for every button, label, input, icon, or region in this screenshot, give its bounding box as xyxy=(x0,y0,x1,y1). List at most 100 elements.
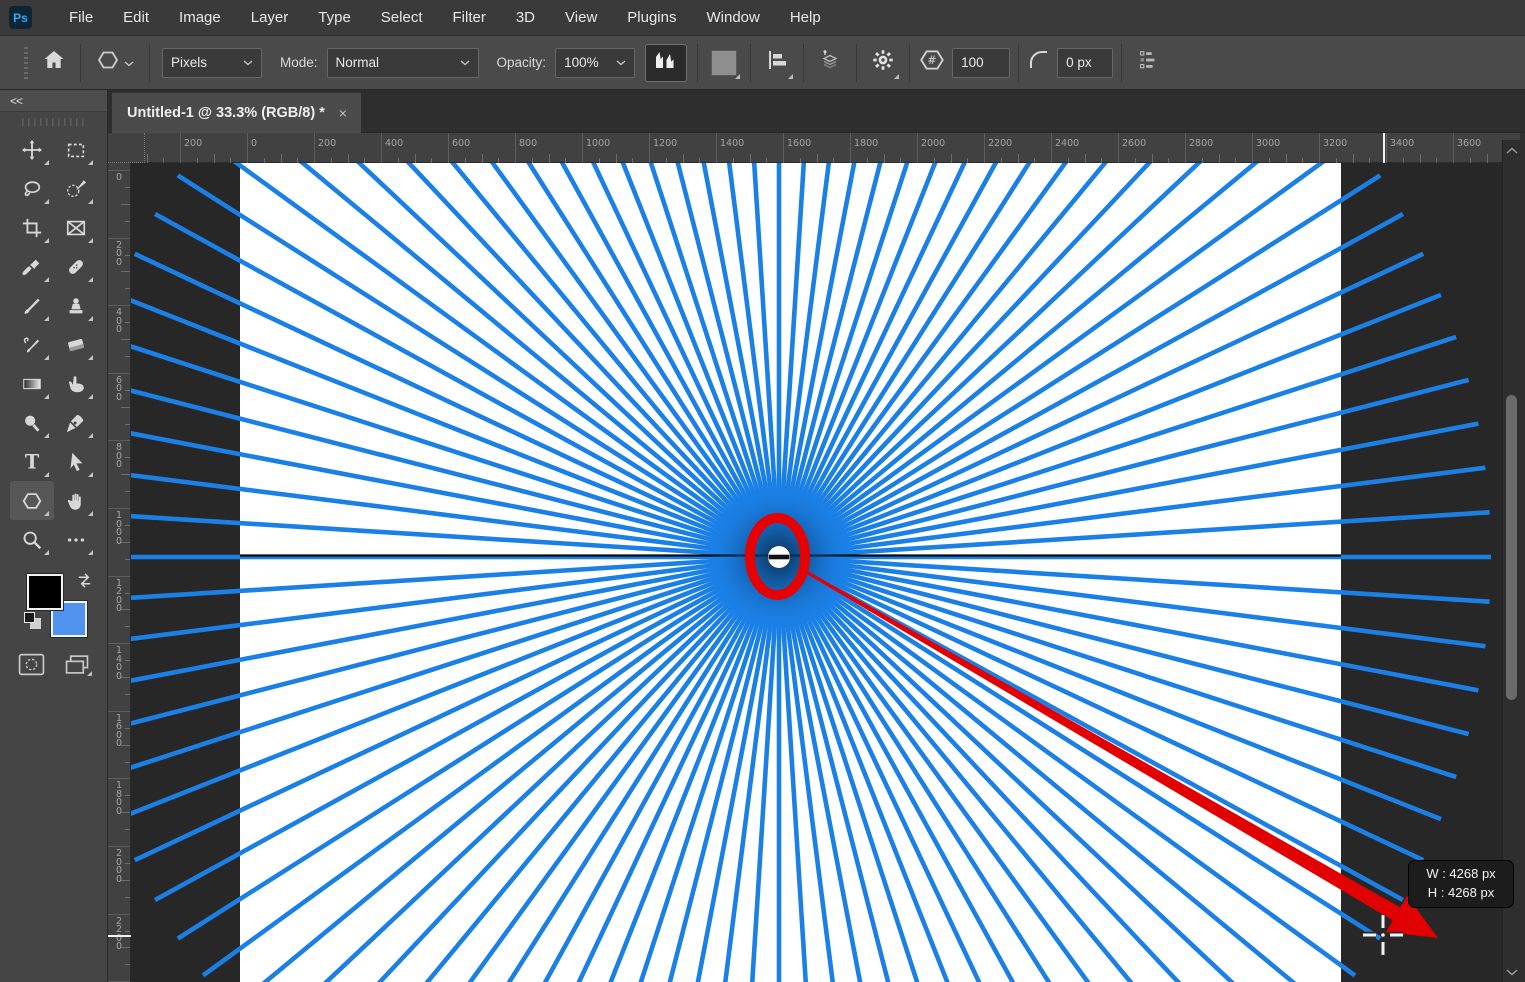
separator xyxy=(80,44,81,82)
tab-close-icon[interactable]: × xyxy=(339,105,347,121)
tools-panel-grip[interactable] xyxy=(22,118,86,126)
default-colors-icon[interactable] xyxy=(24,612,44,632)
history-brush-tool[interactable] xyxy=(10,325,54,364)
swap-colors-icon[interactable] xyxy=(76,572,93,594)
healing-brush-tool[interactable] xyxy=(54,247,98,286)
foreground-color-swatch[interactable] xyxy=(27,574,63,610)
menu-filter[interactable]: Filter xyxy=(438,0,501,36)
canvas[interactable] xyxy=(131,163,1502,982)
opacity-dropdown[interactable]: 100% xyxy=(555,48,635,78)
eyedropper-tool[interactable] xyxy=(10,247,54,286)
collapse-panel-button[interactable]: << xyxy=(0,90,107,112)
eraser-tool[interactable] xyxy=(54,325,98,364)
ruler-tick xyxy=(1252,133,1253,163)
mode-dropdown[interactable]: Normal xyxy=(327,48,479,78)
ruler-label: 600 xyxy=(115,377,123,403)
ruler-tick xyxy=(783,133,784,163)
path-alignment-button[interactable] xyxy=(759,45,795,81)
path-arrangement-button[interactable] xyxy=(812,45,848,81)
menu-file[interactable]: File xyxy=(54,0,108,36)
menu-view[interactable]: View xyxy=(550,0,612,36)
ruler-label: 1800 xyxy=(854,138,878,149)
more-tools[interactable] xyxy=(54,520,98,559)
ruler-tick xyxy=(1185,133,1186,163)
ruler-tick xyxy=(108,846,131,847)
menu-type[interactable]: Type xyxy=(303,0,366,36)
ruler-label: 2600 xyxy=(1122,138,1146,149)
ruler-origin-box[interactable] xyxy=(108,133,145,163)
separator xyxy=(909,44,910,82)
quick-mask-button[interactable] xyxy=(14,650,48,678)
menu-select[interactable]: Select xyxy=(366,0,438,36)
menu-layer[interactable]: Layer xyxy=(236,0,304,36)
scroll-up-icon[interactable] xyxy=(1503,142,1521,158)
screen-mode-button[interactable] xyxy=(60,650,94,678)
pen-tool[interactable] xyxy=(54,403,98,442)
options-bar-grip[interactable] xyxy=(24,47,28,79)
tool-preset-button[interactable] xyxy=(89,45,141,81)
smudge-tool[interactable] xyxy=(54,364,98,403)
ruler-tick xyxy=(125,931,130,932)
ruler-label: 1000 xyxy=(586,138,610,149)
ruler-tick xyxy=(1051,133,1052,163)
menu-window[interactable]: Window xyxy=(691,0,774,36)
ruler-tick xyxy=(125,829,130,830)
ruler-tick xyxy=(125,795,130,796)
menu-image[interactable]: Image xyxy=(164,0,236,36)
crop-tool[interactable] xyxy=(10,208,54,247)
path-selection-tool[interactable] xyxy=(54,442,98,481)
clone-stamp-tool[interactable] xyxy=(54,286,98,325)
mode-label: Mode: xyxy=(280,55,318,70)
ruler-tick xyxy=(750,154,751,163)
vertical-ruler[interactable]: 0200400600800100012001400160018002000220… xyxy=(108,163,131,982)
frame-tool[interactable] xyxy=(54,208,98,247)
shape-tool[interactable] xyxy=(10,481,54,520)
shape-settings-button[interactable] xyxy=(865,45,901,81)
menu-edit[interactable]: Edit xyxy=(108,0,164,36)
histogram-toggle-button[interactable] xyxy=(645,44,687,82)
ruler-tick xyxy=(1353,154,1354,163)
chevron-down-icon xyxy=(124,54,134,72)
ruler-label: 200 xyxy=(184,138,202,149)
rectangular-marquee-tool[interactable] xyxy=(54,130,98,169)
separator xyxy=(856,44,857,82)
lasso-tool[interactable] xyxy=(10,169,54,208)
scrollbar-thumb[interactable] xyxy=(1506,395,1517,700)
photoshop-window: Ps FileEditImageLayerTypeSelectFilter3DV… xyxy=(0,0,1525,982)
constrain-options-button[interactable] xyxy=(1130,45,1166,81)
photoshop-logo-icon[interactable]: Ps xyxy=(9,6,32,29)
ruler-label: 200 xyxy=(318,138,336,149)
menu-plugins[interactable]: Plugins xyxy=(612,0,691,36)
corner-radius-input[interactable]: 0 px xyxy=(1057,48,1113,78)
home-button[interactable] xyxy=(36,45,72,81)
menu-3d[interactable]: 3D xyxy=(501,0,550,36)
ruler-tick xyxy=(917,133,918,163)
type-tool[interactable]: T xyxy=(10,442,54,481)
tooltip-width-text: W : 4268 px xyxy=(1426,865,1495,884)
menu-help[interactable]: Help xyxy=(775,0,836,36)
hand-tool[interactable] xyxy=(54,481,98,520)
ruler-label: 2200 xyxy=(988,138,1012,149)
sides-count-input[interactable]: 100 xyxy=(952,48,1010,78)
gradient-tool[interactable] xyxy=(10,364,54,403)
brush-tool[interactable] xyxy=(10,286,54,325)
mode-value: Normal xyxy=(336,55,380,70)
horizontal-ruler[interactable]: 2000200400600800100012001400160018002000… xyxy=(145,133,1502,163)
ruler-tick xyxy=(125,964,130,965)
ruler-label: 1200 xyxy=(653,138,677,149)
menu-bar: Ps FileEditImageLayerTypeSelectFilter3DV… xyxy=(0,0,1525,36)
dodge-tool[interactable] xyxy=(10,403,54,442)
vertical-scrollbar[interactable] xyxy=(1502,140,1520,982)
ruler-label: 0 xyxy=(251,138,257,149)
object-selection-tool[interactable] xyxy=(54,169,98,208)
shape-fill-swatch-button[interactable] xyxy=(706,45,742,81)
document-tab[interactable]: Untitled-1 @ 33.3% (RGB/8) * × xyxy=(112,93,361,133)
scroll-down-icon[interactable] xyxy=(1503,964,1521,980)
zoom-tool[interactable] xyxy=(10,520,54,559)
ruler-label: 3200 xyxy=(1323,138,1347,149)
move-tool[interactable] xyxy=(10,130,54,169)
ruler-tick xyxy=(415,154,416,163)
separator xyxy=(697,44,698,82)
fill-type-dropdown[interactable]: Pixels xyxy=(162,48,262,78)
ruler-tick xyxy=(616,154,617,163)
